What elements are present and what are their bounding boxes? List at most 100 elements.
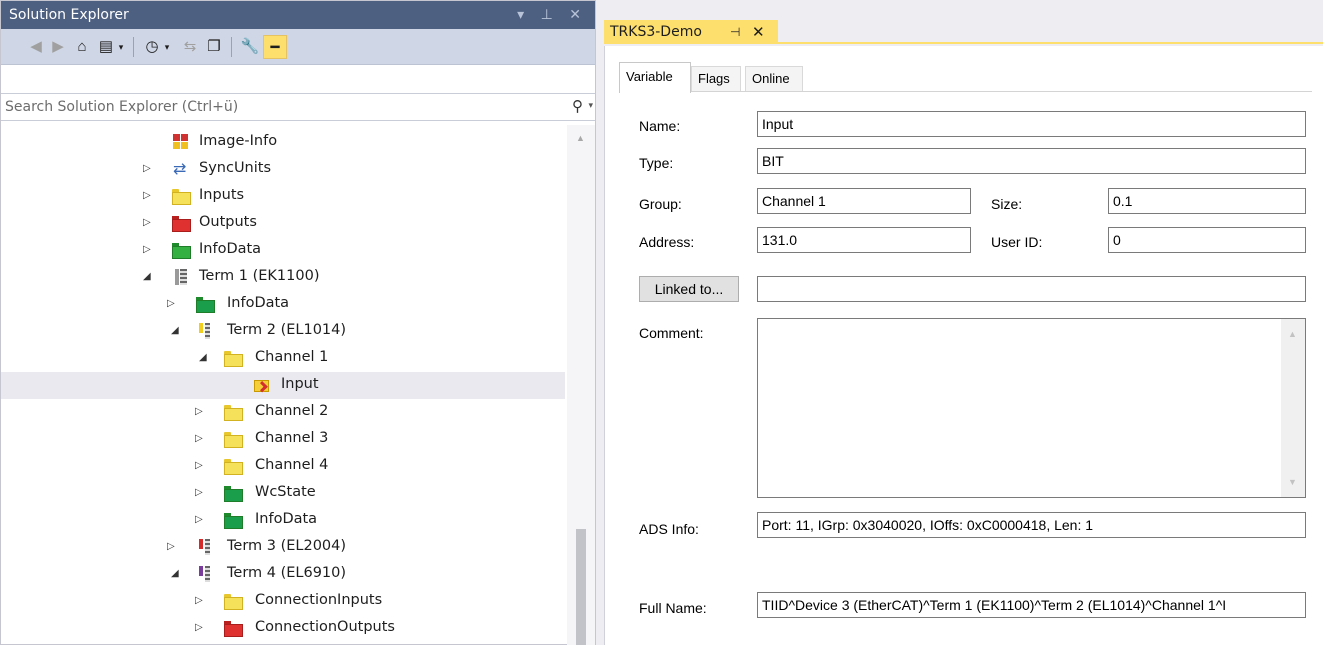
switch-views-icon[interactable]: ▤	[95, 35, 117, 59]
tree-node-label: InfoData	[199, 241, 262, 257]
yellow-folder-icon	[223, 593, 243, 610]
tree-node-channel-1[interactable]: ◢ Channel 1	[1, 345, 565, 372]
collapse-arrow-icon[interactable]: ◢	[171, 324, 183, 338]
tree-node-infodata[interactable]: ▷ InfoData	[1, 507, 565, 534]
collapse-arrow-icon[interactable]: ◢	[171, 567, 183, 581]
type-label: Type:	[639, 155, 674, 171]
tree-node-term-3[interactable]: ▷ Term 3 (EL2004)	[1, 534, 565, 561]
solution-explorer-search: ⚲ ▾	[1, 93, 595, 121]
pending-changes-filter-icon[interactable]: ◷	[141, 35, 163, 59]
collapse-arrow-icon[interactable]: ◢	[143, 270, 155, 284]
full-name-field[interactable]: TIID^Device 3 (EtherCAT)^Term 1 (EK1100)…	[757, 592, 1306, 618]
switch-views-dropdown-icon[interactable]: ▾	[115, 35, 127, 59]
tree-node-connection-inputs[interactable]: ▷ ConnectionInputs	[1, 588, 565, 615]
tree-node-channel-3[interactable]: ▷ Channel 3	[1, 426, 565, 453]
preview-selected-items-icon[interactable]: ━	[263, 35, 287, 59]
comment-label: Comment:	[639, 325, 704, 341]
expand-arrow-icon[interactable]: ▷	[143, 243, 155, 257]
expand-arrow-icon[interactable]: ▷	[167, 297, 179, 311]
tree-node-label: Term 4 (EL6910)	[227, 565, 347, 581]
search-options-dropdown-icon[interactable]: ▾	[588, 100, 593, 111]
ads-info-value: Port: 11, IGrp: 0x3040020, IOffs: 0xC000…	[762, 517, 1094, 533]
linked-to-button[interactable]: Linked to...	[639, 276, 739, 302]
expand-arrow-icon[interactable]: ▷	[195, 621, 207, 635]
expand-arrow-icon[interactable]: ▷	[195, 513, 207, 527]
name-field[interactable]: Input	[757, 111, 1306, 137]
tree-node-term-1[interactable]: ◢ Term 1 (EK1100)	[1, 264, 565, 291]
type-field[interactable]: BIT	[757, 148, 1306, 174]
green-folder-icon	[195, 296, 215, 313]
tree-node-channel-4[interactable]: ▷ Channel 4	[1, 453, 565, 480]
tab-online[interactable]: Online	[745, 66, 803, 92]
address-value: 131.0	[762, 232, 798, 248]
name-value: Input	[762, 116, 794, 132]
expand-arrow-icon[interactable]: ▷	[143, 216, 155, 230]
solution-tree: Image-Info ▷ ⇄ SyncUnits ▷ Inputs ▷ Outp…	[1, 125, 565, 645]
close-icon[interactable]: ✕	[752, 20, 765, 44]
yellow-folder-icon	[223, 458, 243, 475]
input-terminal-icon	[195, 323, 215, 339]
properties-wrench-icon[interactable]: 🔧	[239, 35, 261, 59]
scrollbar-thumb[interactable]	[576, 529, 586, 645]
collapse-all-icon[interactable]: ❐	[203, 35, 225, 59]
comment-textarea[interactable]: ▲ ▼	[757, 318, 1306, 498]
search-icon[interactable]: ⚲	[572, 97, 583, 115]
back-icon[interactable]: ◀	[25, 35, 47, 59]
expand-arrow-icon[interactable]: ▷	[195, 459, 207, 473]
linked-to-field[interactable]	[757, 276, 1306, 302]
tree-node-input-selected[interactable]: Input	[1, 372, 565, 399]
document-tab-strip: TRKS3-Demo ⊣ ✕	[604, 0, 1323, 44]
scroll-down-arrow-icon[interactable]: ▼	[1288, 477, 1297, 487]
scroll-up-arrow-icon[interactable]: ▲	[576, 133, 585, 143]
tree-node-infodata[interactable]: ▷ InfoData	[1, 237, 565, 264]
group-field[interactable]: Channel 1	[757, 188, 971, 214]
tree-node-term-2[interactable]: ◢ Term 2 (EL1014)	[1, 318, 565, 345]
collapse-arrow-icon[interactable]: ◢	[199, 351, 211, 365]
sync-active-document-icon[interactable]: ⇆	[179, 35, 201, 59]
user-id-field[interactable]: 0	[1108, 227, 1306, 253]
red-folder-icon	[223, 620, 243, 637]
ads-info-field[interactable]: Port: 11, IGrp: 0x3040020, IOffs: 0xC000…	[757, 512, 1306, 538]
tree-node-image-info[interactable]: Image-Info	[1, 129, 565, 156]
tree-node-channel-2[interactable]: ▷ Channel 2	[1, 399, 565, 426]
tree-node-label: Image-Info	[199, 133, 278, 149]
tab-variable[interactable]: Variable	[619, 62, 691, 93]
tree-node-wcstate[interactable]: ▷ WcState	[1, 480, 565, 507]
output-terminal-icon	[195, 539, 215, 555]
panel-window-controls[interactable]: ▾ ⊥ ✕	[517, 1, 587, 29]
tree-node-infodata[interactable]: ▷ InfoData	[1, 291, 565, 318]
search-input[interactable]	[1, 94, 541, 120]
forward-icon[interactable]: ▶	[47, 35, 69, 59]
expand-arrow-icon[interactable]: ▷	[195, 594, 207, 608]
red-folder-icon	[171, 215, 191, 232]
pending-changes-dropdown-icon[interactable]: ▾	[161, 35, 173, 59]
document-tab-trks3-demo[interactable]: TRKS3-Demo ⊣ ✕	[604, 20, 778, 44]
size-field[interactable]: 0.1	[1108, 188, 1306, 214]
comment-scrollbar[interactable]: ▲ ▼	[1281, 319, 1305, 497]
tree-node-syncunits[interactable]: ▷ ⇄ SyncUnits	[1, 156, 565, 183]
tree-node-label: InfoData	[227, 295, 290, 311]
panel-splitter[interactable]	[596, 0, 604, 645]
expand-arrow-icon[interactable]: ▷	[167, 540, 179, 554]
tree-node-connection-outputs[interactable]: ▷ ConnectionOutputs	[1, 615, 565, 642]
coupler-terminal-icon	[171, 269, 191, 285]
tree-node-term-4[interactable]: ◢ Term 4 (EL6910)	[1, 561, 565, 588]
pin-icon[interactable]: ⊣	[730, 20, 740, 44]
expand-arrow-icon[interactable]: ▷	[195, 405, 207, 419]
expand-arrow-icon[interactable]: ▷	[143, 189, 155, 203]
safety-terminal-icon	[195, 566, 215, 582]
tree-node-inputs[interactable]: ▷ Inputs	[1, 183, 565, 210]
tree-node-label: InfoData	[255, 511, 318, 527]
expand-arrow-icon[interactable]: ▷	[143, 162, 155, 176]
yellow-folder-icon	[171, 188, 191, 205]
scroll-up-arrow-icon[interactable]: ▲	[1288, 329, 1297, 339]
tree-node-outputs[interactable]: ▷ Outputs	[1, 210, 565, 237]
tree-node-label: Term 2 (EL1014)	[227, 322, 347, 338]
expand-arrow-icon[interactable]: ▷	[195, 486, 207, 500]
home-icon[interactable]: ⌂	[71, 35, 93, 59]
group-label: Group:	[639, 196, 682, 212]
tree-scrollbar[interactable]: ▲	[567, 125, 595, 645]
expand-arrow-icon[interactable]: ▷	[195, 432, 207, 446]
tab-flags[interactable]: Flags	[691, 66, 741, 92]
address-field[interactable]: 131.0	[757, 227, 971, 253]
